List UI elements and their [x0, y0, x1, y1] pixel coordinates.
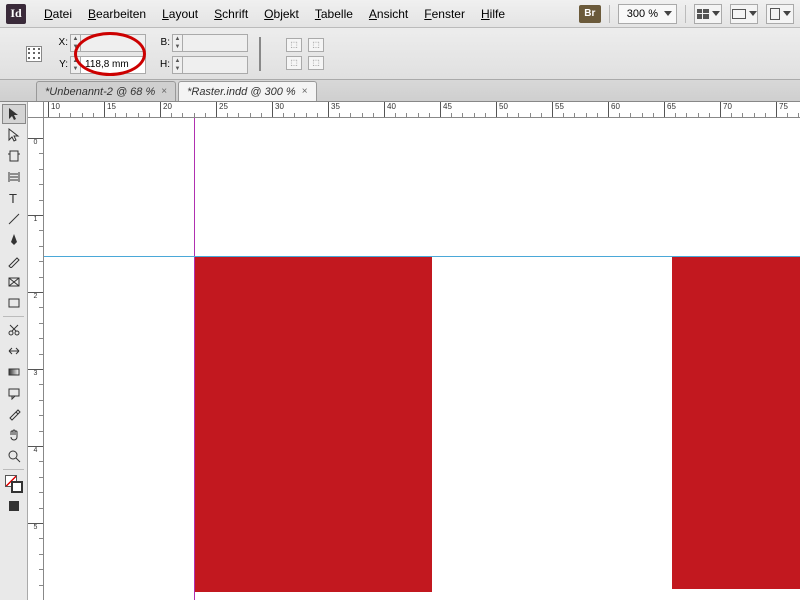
flow-icon-1[interactable]: ⬚	[286, 38, 302, 52]
flow-icon-2[interactable]: ⬚	[308, 38, 324, 52]
tool-type[interactable]: T	[2, 188, 26, 208]
flow-icon-4[interactable]: ⬚	[308, 56, 324, 70]
canvas-area: 101520253035404550556065707580 0123456	[28, 102, 800, 600]
reference-point-selector[interactable]	[26, 46, 42, 62]
menu-help[interactable]: Hilfe	[473, 7, 513, 21]
document-tab-0[interactable]: *Unbenannt-2 @ 68 % ×	[36, 81, 176, 101]
x-label: X:	[56, 37, 68, 48]
close-icon[interactable]: ×	[161, 86, 167, 97]
menu-edit[interactable]: Bearbeiten	[80, 7, 154, 21]
view-options-button[interactable]	[694, 4, 722, 24]
rectangle-object-2[interactable]	[672, 257, 800, 589]
zoom-value: 300 %	[627, 8, 658, 20]
h-field[interactable]	[182, 56, 248, 74]
w-label: B:	[158, 37, 170, 48]
menu-object[interactable]: Objekt	[256, 7, 307, 21]
toolbox: T	[0, 102, 28, 600]
workspace: T 101520253035404550556065707580 0123456	[0, 102, 800, 600]
w-field[interactable]	[182, 34, 248, 52]
horizontal-ruler[interactable]: 101520253035404550556065707580	[44, 102, 800, 118]
arrange-docs-button[interactable]	[766, 4, 794, 24]
tool-line[interactable]	[2, 209, 26, 229]
tool-selection[interactable]	[2, 104, 26, 124]
control-bar: X: ▲▼ Y: ▲▼ 118,8 mm B: ▲▼ H: ▲▼ ⬚ ⬚ ⬚ ⬚	[0, 28, 800, 80]
w-stepper[interactable]: ▲▼	[172, 34, 182, 52]
tool-apply-color[interactable]	[2, 496, 26, 516]
svg-text:T: T	[9, 191, 17, 205]
menu-table[interactable]: Tabelle	[307, 7, 361, 21]
link-wh-icon[interactable]	[254, 35, 266, 73]
h-stepper[interactable]: ▲▼	[172, 56, 182, 74]
vertical-ruler[interactable]: 0123456	[28, 118, 44, 600]
tab-label: *Unbenannt-2 @ 68 %	[45, 86, 155, 98]
document-tab-1[interactable]: *Raster.indd @ 300 % ×	[178, 81, 316, 101]
chevron-down-icon	[664, 11, 672, 16]
y-label: Y:	[56, 59, 68, 70]
tool-rect-frame[interactable]	[2, 272, 26, 292]
screen-mode-button[interactable]	[730, 4, 758, 24]
menu-window[interactable]: Fenster	[416, 7, 473, 21]
canvas[interactable]	[44, 118, 800, 600]
ruler-origin[interactable]	[28, 102, 44, 118]
tool-page[interactable]	[2, 146, 26, 166]
rectangle-object-1[interactable]	[195, 257, 432, 592]
tool-hand[interactable]	[2, 425, 26, 445]
y-stepper[interactable]: ▲▼	[70, 56, 80, 74]
tool-free-transform[interactable]	[2, 341, 26, 361]
menu-type[interactable]: Schrift	[206, 7, 256, 21]
zoom-level-select[interactable]: 300 %	[618, 4, 677, 24]
autoflow-icons: ⬚ ⬚ ⬚ ⬚	[286, 38, 324, 70]
x-stepper[interactable]: ▲▼	[70, 34, 80, 52]
fill-stroke-swatch[interactable]	[5, 475, 23, 493]
menu-view[interactable]: Ansicht	[361, 7, 416, 21]
x-field[interactable]	[80, 34, 146, 52]
bridge-icon[interactable]: Br	[579, 5, 601, 23]
tab-label: *Raster.indd @ 300 %	[187, 86, 296, 98]
tool-scissors[interactable]	[2, 320, 26, 340]
menu-layout[interactable]: Layout	[154, 7, 206, 21]
close-icon[interactable]: ×	[302, 86, 308, 97]
tool-rect[interactable]	[2, 293, 26, 313]
tool-zoom[interactable]	[2, 446, 26, 466]
tool-direct-select[interactable]	[2, 125, 26, 145]
tool-eyedropper[interactable]	[2, 404, 26, 424]
menu-file[interactable]: Datei	[36, 7, 80, 21]
tool-pen[interactable]	[2, 230, 26, 250]
tool-gap[interactable]	[2, 167, 26, 187]
menu-bar: Id Datei Bearbeiten Layout Schrift Objek…	[0, 0, 800, 28]
flow-icon-3[interactable]: ⬚	[286, 56, 302, 70]
tool-note[interactable]	[2, 383, 26, 403]
tool-gradient[interactable]	[2, 362, 26, 382]
h-label: H:	[158, 59, 170, 70]
app-icon: Id	[6, 4, 26, 24]
document-tabs: *Unbenannt-2 @ 68 % × *Raster.indd @ 300…	[0, 80, 800, 102]
y-field[interactable]: 118,8 mm	[80, 56, 146, 74]
tool-pencil[interactable]	[2, 251, 26, 271]
